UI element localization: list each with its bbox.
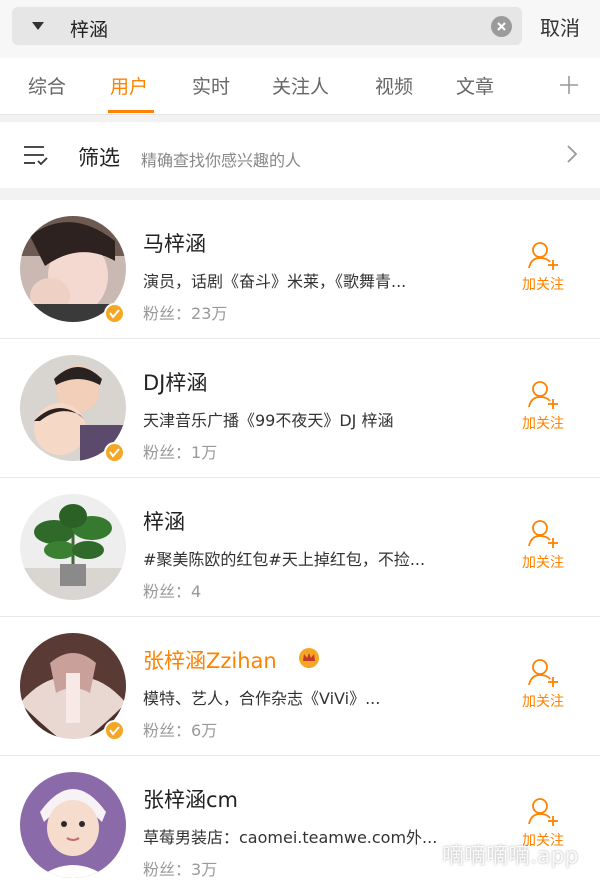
user-name[interactable]: DJ梓涵 (143, 367, 207, 397)
add-user-icon (528, 659, 558, 687)
user-description: 模特、艺人，合作杂志《ViVi》... (143, 689, 381, 708)
user-row[interactable]: 马梓涵 演员，话剧《奋斗》米莱，《歌舞青... 粉丝：23万 加关注 (0, 200, 600, 339)
user-row[interactable]: 梓涵 #聚美陈欧的红包#天上掉红包，不捡... 粉丝：4 加关注 (0, 478, 600, 617)
follow-button[interactable]: 加关注 (508, 379, 578, 439)
follow-label: 加关注 (522, 694, 564, 710)
follow-button[interactable]: 加关注 (508, 657, 578, 717)
add-user-icon (528, 798, 558, 826)
tab-video[interactable]: 视频 (375, 72, 413, 99)
user-fans: 粉丝：6万 (143, 721, 218, 740)
watermark: 嘀嘀嘀嘀.app (442, 844, 579, 869)
user-row[interactable]: 张梓涵Zzihan 模特、艺人，合作杂志《ViVi》... 粉丝：6万 加关注 (0, 617, 600, 756)
add-user-icon (528, 381, 558, 409)
tab-bar: 综合 用户 实时 关注人 视频 文章 (0, 58, 600, 115)
filter-title: 筛选 (78, 146, 120, 170)
filter-row[interactable]: 筛选 精确查找你感兴趣的人 (0, 122, 600, 188)
search-results-page: 梓涵 取消 综合 用户 实时 关注人 视频 文章 筛选 精确查找你感兴趣的人 马… (0, 0, 600, 890)
tab-articles[interactable]: 文章 (456, 72, 494, 99)
clear-icon[interactable] (491, 16, 512, 37)
filter-description: 精确查找你感兴趣的人 (141, 151, 302, 170)
plus-icon[interactable] (558, 74, 580, 96)
user-name[interactable]: 梓涵 (143, 506, 185, 536)
avatar[interactable] (20, 494, 126, 600)
user-description: 草莓男装店：caomei.teamwe.com外... (143, 828, 438, 847)
search-bar: 梓涵 取消 (0, 0, 600, 58)
dropdown-caret-icon[interactable] (32, 22, 44, 30)
follow-label: 加关注 (522, 555, 564, 571)
user-fans: 粉丝：4 (143, 582, 202, 601)
follow-label: 加关注 (522, 416, 564, 432)
follow-button[interactable]: 加关注 (508, 518, 578, 578)
add-user-icon (528, 520, 558, 548)
verified-badge-icon (104, 720, 125, 741)
user-list: 马梓涵 演员，话剧《奋斗》米莱，《歌舞青... 粉丝：23万 加关注 DJ梓涵 … (0, 200, 600, 890)
tab-following[interactable]: 关注人 (272, 72, 329, 99)
chevron-right-icon (567, 145, 578, 163)
cancel-button[interactable]: 取消 (540, 12, 580, 41)
user-row[interactable]: DJ梓涵 天津音乐广播《99不夜天》DJ 梓涵 粉丝：1万 加关注 (0, 339, 600, 478)
add-user-icon (528, 242, 558, 270)
user-name[interactable]: 张梓涵Zzihan (143, 645, 277, 675)
active-tab-indicator (108, 110, 154, 113)
user-fans: 粉丝：1万 (143, 443, 218, 462)
tab-all[interactable]: 综合 (28, 72, 66, 99)
user-fans: 粉丝：23万 (143, 304, 228, 323)
tab-users[interactable]: 用户 (110, 72, 148, 99)
user-name[interactable]: 马梓涵 (143, 228, 206, 258)
user-description: 演员，话剧《奋斗》米莱，《歌舞青... (143, 272, 407, 291)
follow-button[interactable]: 加关注 (508, 240, 578, 300)
filter-icon (24, 146, 48, 166)
search-input[interactable]: 梓涵 (12, 7, 522, 45)
verified-badge-icon (104, 303, 125, 324)
tab-realtime[interactable]: 实时 (192, 72, 230, 99)
user-description: 天津音乐广播《99不夜天》DJ 梓涵 (143, 411, 394, 430)
avatar[interactable] (20, 772, 126, 878)
user-description: #聚美陈欧的红包#天上掉红包，不捡... (143, 550, 426, 569)
search-query[interactable]: 梓涵 (70, 15, 108, 42)
vip-crown-icon (299, 648, 319, 668)
follow-label: 加关注 (522, 277, 564, 293)
user-name[interactable]: 张梓涵cm (143, 784, 238, 814)
user-fans: 粉丝：3万 (143, 860, 218, 879)
verified-badge-icon (104, 442, 125, 463)
